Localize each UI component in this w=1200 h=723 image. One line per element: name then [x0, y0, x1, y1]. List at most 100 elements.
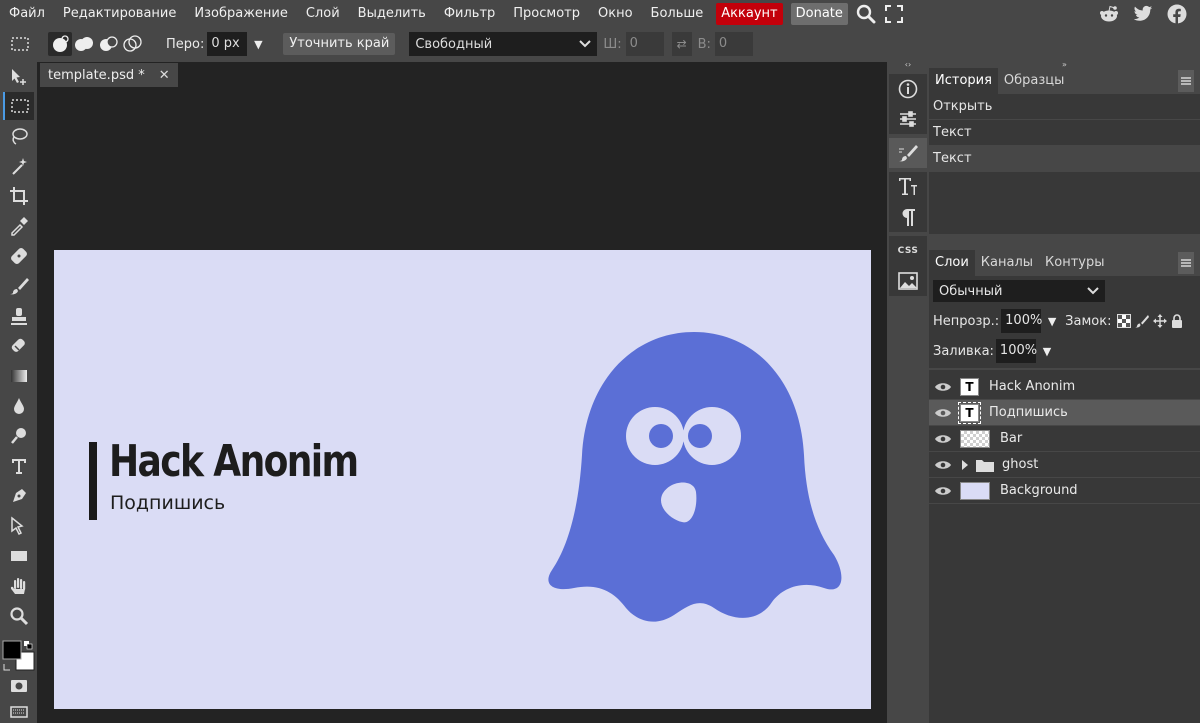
screen-mode-icon[interactable] — [3, 698, 34, 723]
menu-more[interactable]: Больше — [642, 0, 713, 28]
layer-row[interactable]: T Подпишись — [929, 400, 1200, 426]
lock-label: Замок: — [1065, 313, 1112, 329]
adjustments-icon[interactable] — [889, 104, 927, 134]
clone-stamp-tool-icon[interactable] — [3, 302, 34, 330]
gradient-tool-icon[interactable] — [3, 362, 34, 390]
search-icon[interactable] — [852, 0, 880, 28]
blend-mode-select[interactable]: Обычный — [933, 280, 1105, 302]
lock-all-icon[interactable] — [1171, 314, 1183, 328]
donate-button[interactable]: Donate — [790, 3, 848, 25]
history-item[interactable]: Текст — [929, 146, 1200, 172]
image-icon[interactable] — [889, 266, 927, 296]
feather-dropdown-icon[interactable]: ▼ — [251, 38, 265, 51]
brush-settings-icon[interactable] — [889, 138, 927, 168]
history-item[interactable]: Открыть — [929, 94, 1200, 120]
expand-arrow-icon[interactable] — [961, 459, 969, 471]
selection-add-icon[interactable] — [72, 32, 96, 56]
reddit-icon[interactable] — [1098, 0, 1120, 28]
opacity-label: Непрозр.: — [933, 313, 1000, 329]
canvas[interactable]: Hack Anonim Подпишись — [54, 250, 871, 709]
chevron-down-icon — [1087, 287, 1099, 295]
fill-dropdown-icon[interactable]: ▼ — [1040, 345, 1054, 358]
lock-transparency-icon[interactable] — [1117, 314, 1132, 328]
crop-tool-icon[interactable] — [3, 182, 34, 210]
menu-filter[interactable]: Фильтр — [435, 0, 504, 28]
collapse-toggle-icon[interactable]: ‹› — [889, 61, 927, 70]
text-layer-thumb-icon: T — [958, 401, 981, 424]
tab-swatches[interactable]: Образцы — [998, 68, 1071, 94]
eyedropper-tool-icon[interactable] — [3, 212, 34, 240]
lasso-tool-icon[interactable] — [3, 122, 34, 150]
layer-name: ghost — [1002, 457, 1039, 472]
rectangle-tool-icon[interactable] — [3, 542, 34, 570]
move-tool-icon[interactable] — [3, 63, 34, 91]
eye-icon[interactable] — [929, 460, 957, 470]
ghost-illustration — [548, 332, 842, 622]
height-input[interactable]: 0 — [714, 32, 753, 56]
style-select[interactable]: Свободный — [409, 32, 598, 56]
blur-tool-icon[interactable] — [3, 392, 34, 420]
panel-menu-icon[interactable] — [1178, 252, 1194, 274]
eye-icon[interactable] — [929, 408, 957, 418]
lock-pixels-icon[interactable] — [1135, 314, 1150, 328]
healing-brush-tool-icon[interactable] — [3, 242, 34, 270]
layer-row[interactable]: Bar — [929, 426, 1200, 452]
menu-image[interactable]: Изображение — [185, 0, 296, 28]
zoom-tool-icon[interactable] — [3, 602, 34, 630]
menu-window[interactable]: Окно — [589, 0, 642, 28]
marquee-tool-icon[interactable] — [3, 92, 34, 120]
menu-select[interactable]: Выделить — [349, 0, 435, 28]
tab-history[interactable]: История — [929, 68, 998, 94]
tab-layers[interactable]: Слои — [929, 250, 975, 276]
opacity-input[interactable]: 100% — [1001, 309, 1042, 333]
eye-icon[interactable] — [929, 486, 957, 496]
menu-edit[interactable]: Редактирование — [54, 0, 185, 28]
account-button[interactable]: Аккаунт — [716, 3, 783, 25]
pen-tool-icon[interactable] — [3, 482, 34, 510]
layer-row[interactable]: T Hack Anonim — [929, 374, 1200, 400]
type-tool-icon[interactable] — [3, 452, 34, 480]
dodge-tool-icon[interactable] — [3, 422, 34, 450]
fullscreen-icon[interactable] — [880, 0, 908, 28]
icon-group-4: CSS — [889, 236, 927, 296]
tab-paths[interactable]: Контуры — [1039, 250, 1110, 276]
swap-dimensions-icon[interactable]: ⇄ — [671, 32, 692, 56]
refine-edge-button[interactable]: Уточнить край — [283, 33, 396, 55]
eraser-tool-icon[interactable] — [3, 332, 34, 360]
opacity-dropdown-icon[interactable]: ▼ — [1045, 315, 1059, 328]
selection-new-icon[interactable] — [48, 32, 72, 56]
feather-label: Перо: — [166, 36, 205, 52]
facebook-icon[interactable] — [1166, 0, 1188, 28]
magic-wand-tool-icon[interactable] — [3, 152, 34, 180]
eye-icon[interactable] — [929, 382, 957, 392]
brush-tool-icon[interactable] — [3, 272, 34, 300]
menu-layer[interactable]: Слой — [297, 0, 349, 28]
selection-subtract-icon[interactable] — [96, 32, 120, 56]
selection-intersect-icon[interactable] — [120, 32, 144, 56]
css-icon[interactable]: CSS — [889, 236, 927, 266]
layer-row[interactable]: ghost — [929, 452, 1200, 478]
close-icon[interactable]: ✕ — [159, 68, 170, 83]
paragraph-icon[interactable] — [889, 202, 927, 232]
path-selection-tool-icon[interactable] — [3, 512, 34, 540]
color-swatches[interactable] — [2, 640, 36, 674]
document-tab[interactable]: template.psd * ✕ — [40, 63, 178, 87]
twitter-icon[interactable] — [1132, 0, 1154, 28]
info-icon[interactable] — [889, 74, 927, 104]
menu-file[interactable]: Файл — [0, 0, 54, 28]
panel-menu-icon[interactable] — [1178, 70, 1194, 92]
lock-position-icon[interactable] — [1153, 314, 1168, 328]
quick-mask-icon[interactable] — [3, 672, 34, 700]
layer-name: Подпишись — [989, 405, 1068, 420]
character-icon[interactable] — [889, 172, 927, 202]
hand-tool-icon[interactable] — [3, 572, 34, 600]
eye-icon[interactable] — [929, 434, 957, 444]
layer-row[interactable]: Background — [929, 478, 1200, 504]
tab-channels[interactable]: Каналы — [975, 250, 1039, 276]
width-input[interactable]: 0 — [625, 32, 664, 56]
feather-input[interactable]: 0 px — [207, 32, 248, 56]
marquee-preset-icon[interactable] — [8, 32, 32, 56]
history-item[interactable]: Текст — [929, 120, 1200, 146]
fill-input[interactable]: 100% — [995, 339, 1037, 363]
menu-view[interactable]: Просмотр — [504, 0, 589, 28]
